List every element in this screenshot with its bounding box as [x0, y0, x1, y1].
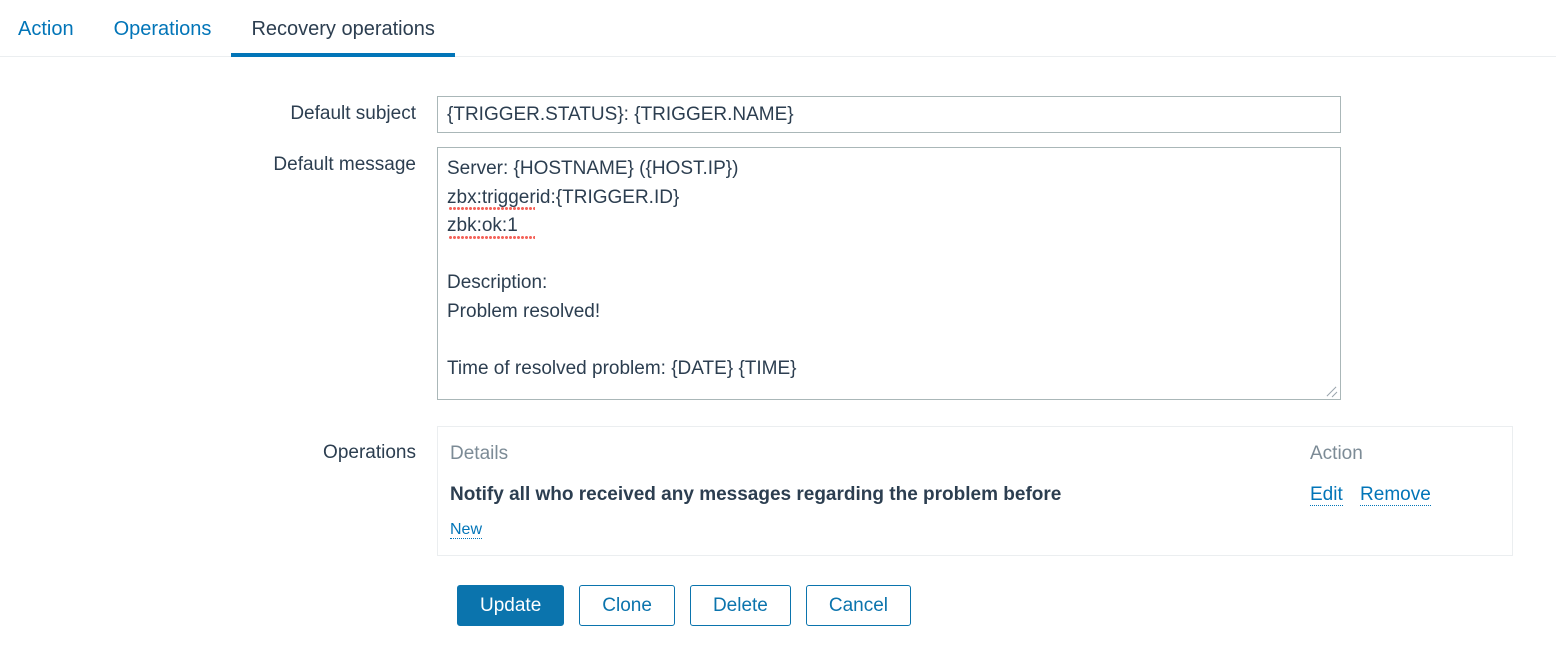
column-header-details: Details [450, 443, 509, 464]
tab-action[interactable]: Action [18, 0, 94, 57]
tab-list: Action Operations Recovery operations [18, 0, 456, 57]
default-subject-input[interactable] [437, 96, 1341, 133]
default-subject-row: Default subject [0, 96, 1556, 133]
default-message-label: Default message [273, 154, 416, 175]
delete-button[interactable]: Delete [689, 585, 791, 626]
recovery-operations-form: Default subject Default message Server: … [0, 96, 1556, 626]
cancel-button[interactable]: Cancel [805, 585, 912, 626]
clone-button[interactable]: Clone [579, 585, 675, 626]
operations-panel: Details Action Notify all who received a… [437, 426, 1513, 556]
remove-link[interactable]: Remove [1360, 484, 1431, 506]
operations-table: Details Action Notify all who received a… [438, 427, 1512, 515]
operation-actions-cell: Edit Remove [1300, 473, 1512, 515]
default-subject-label: Default subject [290, 103, 416, 124]
default-message-row: Default message Server: {HOSTNAME} ({HOS… [0, 147, 1556, 400]
tab-bar: Action Operations Recovery operations [0, 0, 1556, 57]
operations-field: Details Action Notify all who received a… [437, 426, 1513, 556]
form-button-row: Update Clone Delete Cancel [457, 585, 1556, 626]
operations-new-row: New [438, 515, 1512, 555]
update-button[interactable]: Update [457, 585, 565, 626]
new-operation-link[interactable]: New [450, 521, 483, 539]
operation-details-cell: Notify all who received any messages reg… [450, 484, 1062, 505]
tab-recovery-operations[interactable]: Recovery operations [231, 0, 456, 57]
edit-link[interactable]: Edit [1310, 484, 1343, 506]
operations-header-row: Details Action [438, 427, 1512, 473]
table-row: Notify all who received any messages reg… [438, 473, 1512, 515]
default-subject-field [437, 96, 1341, 133]
default-message-textarea[interactable]: Server: {HOSTNAME} ({HOST.IP}) zbx:trigg… [437, 147, 1341, 400]
operations-row: Operations Details Action Notify all who… [0, 426, 1556, 556]
default-message-field: Server: {HOSTNAME} ({HOST.IP}) zbx:trigg… [437, 147, 1341, 400]
operations-label: Operations [323, 442, 416, 463]
tab-operations[interactable]: Operations [94, 0, 232, 57]
column-header-action: Action [1310, 443, 1363, 464]
